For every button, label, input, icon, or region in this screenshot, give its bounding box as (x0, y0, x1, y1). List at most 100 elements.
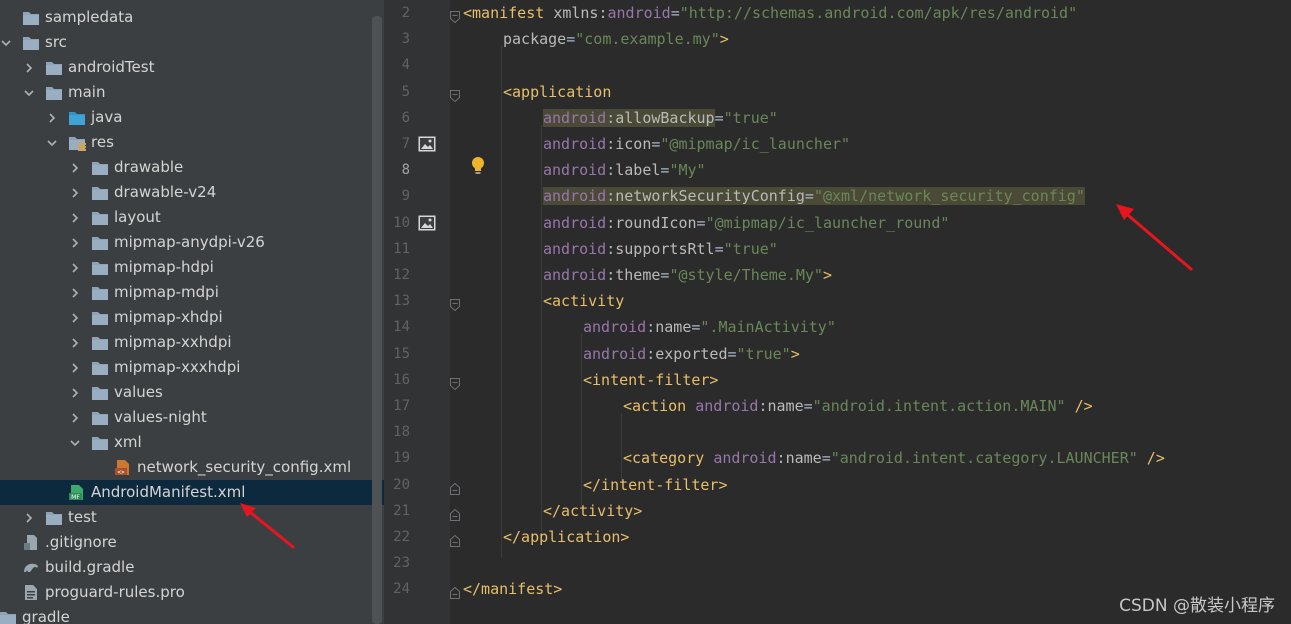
chevron-right-icon[interactable] (69, 180, 81, 205)
fold-open-icon[interactable] (450, 296, 460, 312)
tree-item-mipmap-anydpi-v26[interactable]: mipmap-anydpi-v26 (0, 230, 384, 255)
code-line[interactable]: <activity (543, 288, 624, 314)
code-token-attr: roundIcon (615, 213, 697, 232)
tree-item-main[interactable]: main (0, 80, 384, 105)
code-line[interactable]: android:name=".MainActivity" (583, 314, 836, 340)
code-editor[interactable]: 2 3 4 5 6 7 8 9 10 11 12 13 14 15 16 17 18 19 20 21 22 23 24 <… (384, 0, 1291, 624)
tree-item-values-night[interactable]: values-night (0, 405, 384, 430)
folder-icon (45, 84, 63, 101)
tree-item-mipmap-xxhdpi[interactable]: mipmap-xxhdpi (0, 330, 384, 355)
code-line[interactable]: package="com.example.my"> (503, 26, 729, 52)
chevron-right-icon[interactable] (69, 305, 81, 330)
tree-item-drawable-v24[interactable]: drawable-v24 (0, 180, 384, 205)
tree-item-label: androidTest (68, 58, 155, 76)
tree-item-mipmap-mdpi[interactable]: mipmap-mdpi (0, 280, 384, 305)
code-line[interactable]: android:networkSecurityConfig="@xml/netw… (543, 183, 1085, 209)
tree-item-gradle[interactable]: gradle (0, 605, 384, 624)
folder-icon (91, 334, 109, 351)
image-icon[interactable] (418, 215, 436, 231)
indent-guide (581, 334, 582, 506)
tree-item-label: .gitignore (45, 533, 117, 551)
chevron-right-icon[interactable] (69, 355, 81, 380)
code-token-plain: : (776, 449, 786, 468)
code-token-plain: = (714, 108, 724, 127)
line-number: 10 (393, 214, 410, 231)
tree-item-androidmanifest-xml[interactable]: MF AndroidManifest.xml (0, 480, 384, 505)
code-line[interactable]: <manifest xmlns:android="http://schemas.… (463, 0, 1077, 26)
folder-icon (91, 184, 109, 201)
tree-item-mipmap-xxxhdpi[interactable]: mipmap-xxxhdpi (0, 355, 384, 380)
code-token-ns: android (543, 108, 607, 127)
tree-item-label: values-night (114, 408, 207, 426)
chevron-down-icon[interactable] (0, 30, 12, 55)
chevron-down-icon[interactable] (23, 80, 35, 105)
chevron-right-icon[interactable] (69, 280, 81, 305)
tree-item-xml[interactable]: xml (0, 430, 384, 455)
tree-item-drawable[interactable]: drawable (0, 155, 384, 180)
code-line[interactable]: <category android:name="android.intent.c… (623, 445, 1165, 471)
chevron-right-icon[interactable] (23, 55, 35, 80)
code-line[interactable]: android:allowBackup="true" (543, 105, 778, 131)
tree-item-layout[interactable]: layout (0, 205, 384, 230)
tree-item-proguard-rules-pro[interactable]: proguard-rules.pro (0, 580, 384, 605)
fold-close-icon[interactable] (450, 506, 460, 521)
chevron-right-icon[interactable] (69, 230, 81, 255)
code-token-attr: theme (615, 266, 661, 284)
tree-item-sampledata[interactable]: sampledata (0, 5, 384, 30)
code-line[interactable]: <intent-filter> (583, 367, 718, 393)
tree-item-network-security-config-xml[interactable]: <> network_security_config.xml (0, 455, 384, 480)
code-line[interactable]: <application (503, 79, 611, 105)
tree-item-mipmap-xhdpi[interactable]: mipmap-xhdpi (0, 305, 384, 330)
chevron-right-icon[interactable] (69, 205, 81, 230)
fold-open-icon[interactable] (450, 8, 460, 24)
code-line[interactable]: android:label="My" (543, 157, 706, 183)
tree-scrollbar[interactable] (372, 16, 382, 624)
folder-icon (91, 434, 109, 451)
tree-item-androidtest[interactable]: androidTest (0, 55, 384, 80)
tree-item-gitignore[interactable]: .gitignore (0, 530, 384, 555)
code-line[interactable]: </activity> (543, 498, 642, 524)
code-line[interactable]: android:supportsRtl="true" (543, 236, 778, 262)
tree-item-mipmap-hdpi[interactable]: mipmap-hdpi (0, 255, 384, 280)
code-line[interactable]: </manifest> (463, 576, 562, 602)
code-line[interactable]: android:icon="@mipmap/ic_launcher" (543, 131, 850, 157)
image-icon[interactable] (418, 136, 436, 152)
fold-close-icon[interactable] (450, 584, 460, 600)
chevron-right-icon[interactable] (69, 255, 81, 280)
chevron-right-icon[interactable] (23, 505, 35, 530)
line-number: 12 (393, 267, 410, 283)
code-line[interactable]: <action android:name="android.intent.act… (623, 393, 1093, 419)
tree-item-build-gradle[interactable]: build.gradle (0, 555, 384, 580)
line-number: 8 (401, 162, 410, 179)
code-token-val: "@xml/network_security_config" (813, 187, 1085, 206)
fold-close-icon[interactable] (450, 480, 460, 495)
code-token-attr: allowBackup (615, 108, 715, 127)
chevron-right-icon[interactable] (69, 405, 81, 430)
chevron-right-icon[interactable] (69, 155, 81, 180)
code-line[interactable]: </intent-filter> (583, 472, 728, 498)
tree-item-test[interactable]: test (0, 505, 384, 530)
code-token-ns: android (695, 397, 759, 415)
code-line[interactable]: </application> (503, 524, 629, 550)
tree-item-res[interactable]: res (0, 130, 384, 155)
fold-open-icon[interactable] (450, 375, 460, 390)
code-line[interactable]: android:roundIcon="@mipmap/ic_launcher_r… (543, 210, 949, 236)
line-number: 4 (401, 57, 410, 74)
tree-item-java[interactable]: java (0, 105, 384, 130)
code-line[interactable]: android:exported="true"> (583, 341, 800, 367)
code-token-attr: name (785, 449, 822, 468)
tree-item-values[interactable]: values (0, 380, 384, 405)
chevron-right-icon[interactable] (69, 380, 81, 405)
code-token-tag: <category (623, 449, 714, 468)
code-line[interactable]: android:theme="@style/Theme.My"> (543, 262, 832, 288)
lightbulb-icon[interactable] (470, 156, 486, 176)
fold-open-icon[interactable] (450, 87, 460, 102)
chevron-down-icon[interactable] (46, 130, 58, 155)
chevron-right-icon[interactable] (69, 330, 81, 355)
code-token-plain: : (646, 344, 656, 363)
tree-item-src[interactable]: src (0, 30, 384, 55)
code-token-val: "My" (669, 161, 706, 180)
chevron-down-icon[interactable] (69, 430, 81, 455)
fold-close-icon[interactable] (450, 532, 460, 547)
chevron-right-icon[interactable] (46, 105, 58, 130)
